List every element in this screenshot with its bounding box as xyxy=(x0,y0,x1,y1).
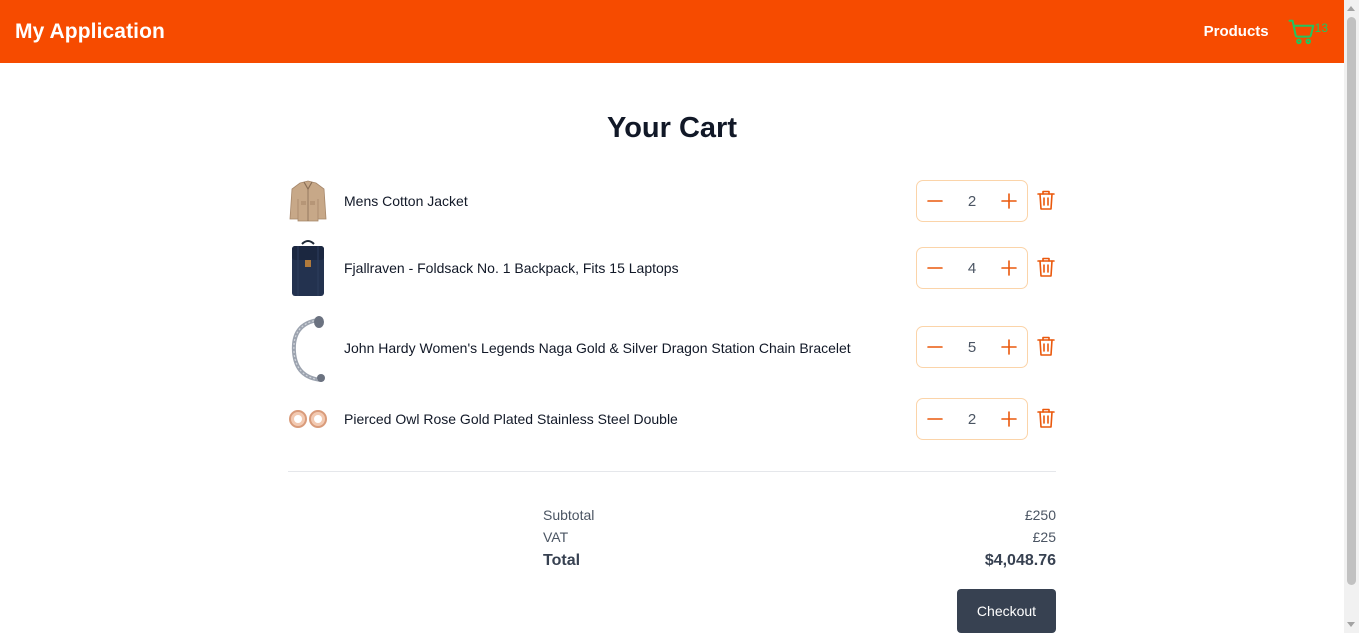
backpack-image xyxy=(288,238,328,298)
total-value: $4,048.76 xyxy=(984,552,1056,569)
cart-item: John Hardy Women's Legends Naga Gold & S… xyxy=(288,312,1056,384)
jacket-image xyxy=(288,174,328,228)
quantity-stepper xyxy=(916,247,1028,289)
total-label: Total xyxy=(543,552,581,569)
trash-icon xyxy=(1037,408,1055,428)
nav-right: Products 13 xyxy=(1204,17,1328,47)
nav-products-link[interactable]: Products xyxy=(1204,23,1269,40)
quantity-stepper xyxy=(916,180,1028,222)
divider xyxy=(288,471,1056,472)
subtotal-row: Subtotal £250 xyxy=(543,507,1056,523)
item-name: Fjallraven - Foldsack No. 1 Backpack, Fi… xyxy=(344,260,679,276)
trash-icon xyxy=(1037,190,1055,210)
increase-button[interactable] xyxy=(999,191,1019,211)
subtotal-value: £250 xyxy=(1024,507,1056,523)
bracelet-image xyxy=(288,312,328,384)
quantity-stepper xyxy=(916,326,1028,368)
decrease-button[interactable] xyxy=(925,409,945,429)
vat-row: VAT £25 xyxy=(543,529,1056,545)
cart-count-badge: 13 xyxy=(1314,20,1328,35)
vat-label: VAT xyxy=(543,529,569,545)
navbar: My Application Products 13 xyxy=(0,0,1344,63)
quantity-input[interactable] xyxy=(952,192,992,210)
delete-button[interactable] xyxy=(1036,256,1056,278)
delete-button[interactable] xyxy=(1036,189,1056,211)
scroll-up-arrow[interactable] xyxy=(1347,6,1355,11)
vat-value: £25 xyxy=(1032,529,1056,545)
increase-button[interactable] xyxy=(999,337,1019,357)
minus-icon xyxy=(927,418,943,420)
item-name: Mens Cotton Jacket xyxy=(344,193,468,209)
trash-icon xyxy=(1037,336,1055,356)
quantity-input[interactable] xyxy=(952,338,992,356)
plus-icon xyxy=(1001,260,1017,276)
cart-item: Fjallraven - Foldsack No. 1 Backpack, Fi… xyxy=(288,238,1056,298)
minus-icon xyxy=(927,200,943,202)
trash-icon xyxy=(1037,257,1055,277)
earrings-image xyxy=(288,398,328,440)
item-name: John Hardy Women's Legends Naga Gold & S… xyxy=(344,340,851,356)
quantity-input[interactable] xyxy=(952,410,992,428)
page-title: Your Cart xyxy=(607,112,737,144)
checkout-button[interactable]: Checkout xyxy=(957,589,1056,633)
subtotal-label: Subtotal xyxy=(543,507,595,523)
delete-button[interactable] xyxy=(1036,335,1056,357)
brand-title[interactable]: My Application xyxy=(15,20,165,44)
increase-button[interactable] xyxy=(999,409,1019,429)
minus-icon xyxy=(927,267,943,269)
plus-icon xyxy=(1001,339,1017,355)
minus-icon xyxy=(927,346,943,348)
scroll-thumb[interactable] xyxy=(1347,17,1356,585)
decrease-button[interactable] xyxy=(925,191,945,211)
decrease-button[interactable] xyxy=(925,337,945,357)
cart-icon xyxy=(1287,17,1317,52)
plus-icon xyxy=(1001,193,1017,209)
total-row: Total $4,048.76 xyxy=(543,552,1056,570)
decrease-button[interactable] xyxy=(925,258,945,278)
vertical-scrollbar[interactable] xyxy=(1344,0,1359,633)
increase-button[interactable] xyxy=(999,258,1019,278)
delete-button[interactable] xyxy=(1036,407,1056,429)
cart-item: Mens Cotton Jacket xyxy=(288,174,1056,228)
item-name: Pierced Owl Rose Gold Plated Stainless S… xyxy=(344,411,678,427)
plus-icon xyxy=(1001,411,1017,427)
quantity-stepper xyxy=(916,398,1028,440)
scroll-down-arrow[interactable] xyxy=(1347,622,1355,627)
cart-button[interactable]: 13 xyxy=(1287,17,1328,47)
cart-item: Pierced Owl Rose Gold Plated Stainless S… xyxy=(288,398,1056,440)
quantity-input[interactable] xyxy=(952,259,992,277)
